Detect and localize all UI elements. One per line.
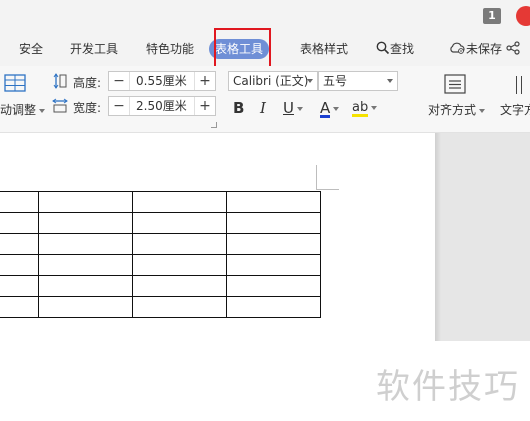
underline-button[interactable]: U xyxy=(283,98,303,118)
chevron-down-icon xyxy=(387,79,393,83)
width-label: 宽度: xyxy=(73,101,102,115)
text-direction-icon[interactable] xyxy=(516,76,517,94)
page-shadow xyxy=(435,133,441,341)
height-increase-button[interactable]: + xyxy=(195,72,215,90)
autofit-label: 动调整 xyxy=(0,103,37,117)
share-button[interactable] xyxy=(506,39,520,59)
tab-security[interactable]: 安全 xyxy=(19,39,43,59)
font-name-select[interactable]: Calibri (正文) xyxy=(228,71,318,91)
table-cell[interactable] xyxy=(0,275,39,297)
table-cell[interactable] xyxy=(0,296,39,318)
avatar[interactable] xyxy=(516,6,530,26)
row-height-icon xyxy=(53,73,67,89)
table-row xyxy=(0,296,321,318)
cloud-sync-icon xyxy=(450,42,465,54)
table-row xyxy=(0,233,321,255)
tab-special[interactable]: 特色功能 xyxy=(146,39,194,59)
unsaved-label: 未保存 xyxy=(466,42,503,56)
save-status[interactable]: 未保存 xyxy=(448,39,502,59)
table-cell[interactable] xyxy=(132,212,227,234)
table-cell[interactable] xyxy=(226,296,321,318)
highlight-glyph: ab xyxy=(352,100,369,117)
table-row xyxy=(0,212,321,234)
table-cell[interactable] xyxy=(38,212,133,234)
page-corner-mark xyxy=(316,165,339,190)
table-cell[interactable] xyxy=(226,233,321,255)
watermark: 软件技巧 xyxy=(376,367,520,407)
table-cell[interactable] xyxy=(38,191,133,213)
table-cell[interactable] xyxy=(38,254,133,276)
underline-glyph: U xyxy=(283,99,294,117)
text-direction-label[interactable]: 文字方 xyxy=(500,101,530,118)
font-size-value: 五号 xyxy=(323,74,348,88)
window-count-badge[interactable]: 1 xyxy=(483,8,501,24)
document-margin-area xyxy=(435,133,530,341)
tutorial-highlight-box xyxy=(214,28,271,71)
table-cell[interactable] xyxy=(132,233,227,255)
table-cell[interactable] xyxy=(0,233,39,255)
height-value[interactable]: 0.55厘米 xyxy=(129,72,195,90)
table-cell[interactable] xyxy=(0,212,39,234)
table-row xyxy=(0,191,321,213)
row-height-stepper[interactable]: − 0.55厘米 + xyxy=(108,71,216,91)
italic-button[interactable]: I xyxy=(260,98,266,118)
chevron-down-icon xyxy=(307,79,313,83)
table-cell[interactable] xyxy=(38,296,133,318)
height-label: 高度: xyxy=(73,76,102,90)
table-cell[interactable] xyxy=(226,275,321,297)
tab-developer[interactable]: 开发工具 xyxy=(70,39,118,59)
table-row xyxy=(0,254,321,276)
align-label: 对齐方式 xyxy=(428,103,477,117)
tab-table-style[interactable]: 表格样式 xyxy=(300,39,348,59)
search-label: 查找 xyxy=(390,42,415,56)
column-width-stepper[interactable]: − 2.50厘米 + xyxy=(108,96,216,116)
align-button[interactable]: 对齐方式 xyxy=(428,101,486,118)
table-cell[interactable] xyxy=(226,191,321,213)
table-cell[interactable] xyxy=(0,191,39,213)
table-cell[interactable] xyxy=(132,191,227,213)
width-value[interactable]: 2.50厘米 xyxy=(129,97,195,115)
bold-button[interactable]: B xyxy=(233,98,244,118)
document-table[interactable] xyxy=(0,191,321,318)
font-size-select[interactable]: 五号 xyxy=(318,71,398,91)
autofit-button[interactable]: 动调整 xyxy=(0,101,46,118)
highlight-button[interactable]: ab xyxy=(352,98,378,118)
height-decrease-button[interactable]: − xyxy=(109,72,129,90)
chevron-down-icon xyxy=(479,108,486,113)
font-color-button[interactable]: A xyxy=(320,98,340,118)
autofit-table-icon[interactable] xyxy=(4,74,26,92)
chevron-down-icon xyxy=(296,106,303,111)
table-cell[interactable] xyxy=(0,254,39,276)
table-cell[interactable] xyxy=(38,275,133,297)
width-decrease-button[interactable]: − xyxy=(109,97,129,115)
search-icon xyxy=(376,41,390,55)
chevron-down-icon xyxy=(371,105,378,110)
column-width-icon xyxy=(52,98,68,113)
width-increase-button[interactable]: + xyxy=(195,97,215,115)
font-name-value: Calibri (正文) xyxy=(233,74,309,88)
table-cell[interactable] xyxy=(132,296,227,318)
text-direction-icon-part xyxy=(521,76,522,94)
table-cell[interactable] xyxy=(226,212,321,234)
chevron-down-icon xyxy=(39,108,46,113)
table-cell[interactable] xyxy=(226,254,321,276)
table-cell[interactable] xyxy=(132,254,227,276)
table-cell[interactable] xyxy=(132,275,227,297)
table-cell[interactable] xyxy=(38,233,133,255)
align-icon[interactable] xyxy=(444,74,466,94)
table-row xyxy=(0,275,321,297)
dialog-launcher-icon[interactable] xyxy=(211,122,217,128)
search-command[interactable]: 查找 xyxy=(376,39,414,59)
chevron-down-icon xyxy=(333,106,340,111)
share-icon xyxy=(506,41,520,55)
font-color-glyph: A xyxy=(320,99,331,118)
